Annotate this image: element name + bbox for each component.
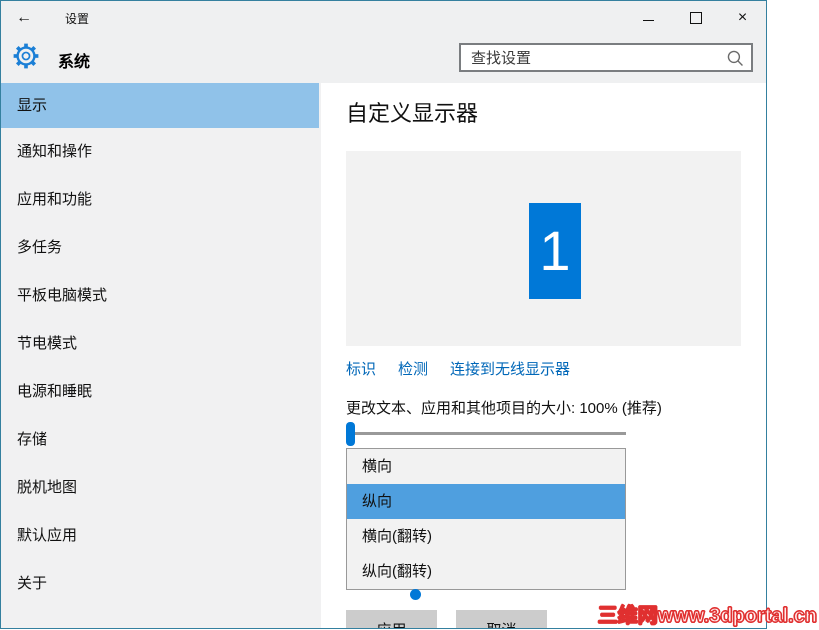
section-title: 系统 (58, 54, 91, 71)
wireless-display-link[interactable]: 连接到无线显示器 (450, 358, 570, 379)
header: 系统 (1, 34, 766, 83)
gear-icon (12, 42, 40, 75)
display-preview: 1 (346, 151, 741, 346)
watermark: 三维网www.3dportal.cn (597, 604, 817, 627)
orientation-option-portrait-flipped[interactable]: 纵向(翻转) (347, 554, 625, 589)
identify-link[interactable]: 标识 (346, 358, 376, 379)
scale-slider[interactable] (346, 421, 626, 447)
sidebar: 显示 通知和操作 应用和功能 多任务 平板电脑模式 节电模式 电源和睡眠 存储 … (1, 83, 321, 628)
orientation-option-landscape-flipped[interactable]: 横向(翻转) (347, 519, 625, 554)
sidebar-item-offline-maps[interactable]: 脱机地图 (1, 464, 321, 512)
sidebar-item-power-sleep[interactable]: 电源和睡眠 (1, 368, 321, 416)
search-icon[interactable] (726, 49, 745, 73)
page-title: 自定义显示器 (346, 101, 479, 126)
slider-track[interactable] (348, 432, 626, 435)
hidden-slider-thumb[interactable] (410, 589, 421, 600)
close-button[interactable]: × (719, 1, 766, 34)
sidebar-item-storage[interactable]: 存储 (1, 416, 321, 464)
minimize-button[interactable] (625, 1, 672, 34)
slider-thumb[interactable] (346, 422, 355, 446)
scale-label: 更改文本、应用和其他项目的大小: 100% (推荐) (346, 400, 662, 417)
search-input[interactable] (469, 46, 723, 71)
orientation-option-landscape[interactable]: 横向 (347, 449, 625, 484)
sidebar-item-battery-saver[interactable]: 节电模式 (1, 320, 321, 368)
minimize-icon (643, 20, 654, 21)
orientation-dropdown: 横向 纵向 横向(翻转) 纵向(翻转) (346, 448, 626, 590)
sidebar-item-notifications-actions[interactable]: 通知和操作 (1, 128, 321, 176)
monitor-1[interactable]: 1 (529, 203, 581, 299)
sidebar-item-multitasking[interactable]: 多任务 (1, 224, 321, 272)
detect-link[interactable]: 检测 (398, 358, 428, 379)
sidebar-item-apps-features[interactable]: 应用和功能 (1, 176, 321, 224)
sidebar-item-default-apps[interactable]: 默认应用 (1, 512, 321, 560)
main-content: 自定义显示器 1 标识 检测 连接到无线显示器 更改文本、应用和其他项目的大小:… (321, 83, 766, 628)
search-box[interactable] (459, 43, 753, 72)
title-bar: ← 设置 × (1, 1, 766, 34)
display-links: 标识 检测 连接到无线显示器 (346, 358, 570, 379)
window-title: 设置 (65, 12, 90, 26)
sidebar-item-about[interactable]: 关于 (1, 560, 321, 608)
back-button[interactable]: ← (11, 5, 37, 30)
monitor-number: 1 (539, 219, 571, 282)
maximize-button[interactable] (672, 1, 719, 34)
maximize-icon (689, 11, 702, 24)
orientation-option-portrait[interactable]: 纵向 (347, 484, 625, 519)
apply-button[interactable]: 应用 (346, 610, 437, 628)
close-icon: × (737, 8, 748, 26)
sidebar-item-display[interactable]: 显示 (1, 83, 319, 128)
settings-window: ← 设置 × 系统 查找设置 显示 通知和操作 应用和功能 多任务 平板电脑模式… (0, 0, 767, 629)
sidebar-item-tablet-mode[interactable]: 平板电脑模式 (1, 272, 321, 320)
back-arrow-icon: ← (16, 9, 32, 26)
window-controls: × (625, 1, 766, 34)
